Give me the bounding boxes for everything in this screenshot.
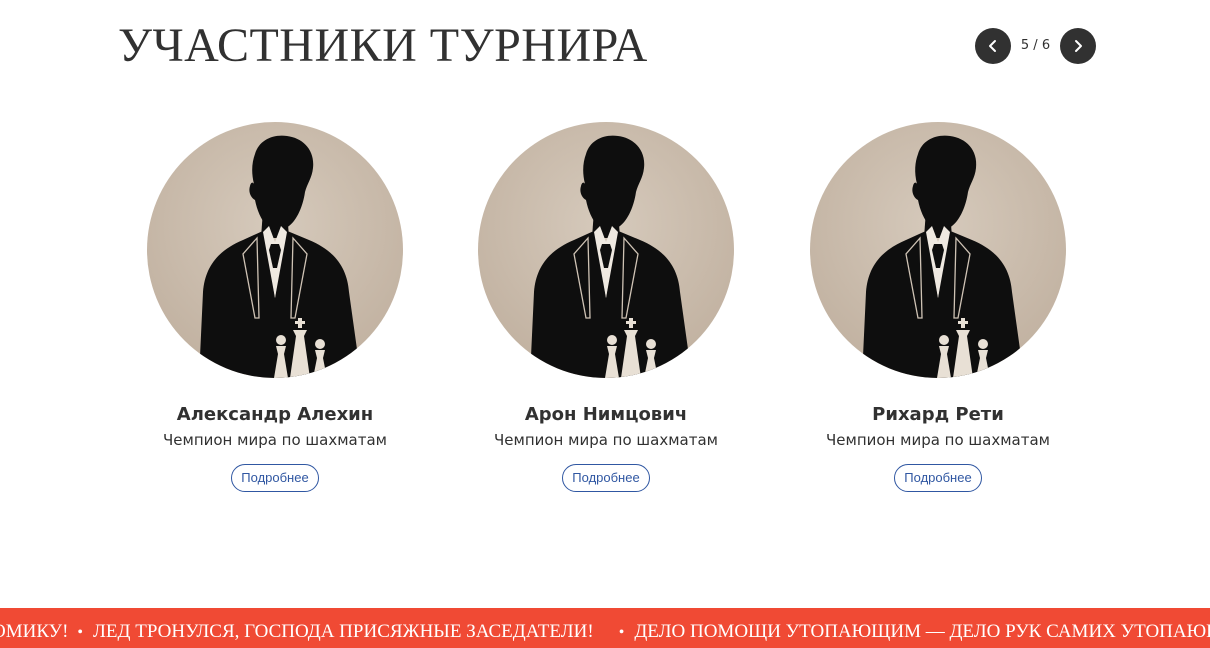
- participant-photo: [147, 122, 403, 378]
- participant-card: Рихард Рети Чемпион мира по шахматам Под…: [810, 122, 1066, 492]
- participant-title: Чемпион мира по шахматам: [494, 431, 718, 449]
- details-button[interactable]: Подробнее: [231, 464, 319, 492]
- news-ticker: ОМИКУ! • ЛЕД ТРОНУЛСЯ, ГОСПОДА ПРИСЯЖНЫЕ З…: [0, 608, 1210, 648]
- participant-card: Александр Алехин Чемпион мира по шахмата…: [147, 122, 403, 492]
- participant-title: Чемпион мира по шахматам: [163, 431, 387, 449]
- participant-name: Александр Алехин: [176, 404, 374, 425]
- slide-counter: 5 / 6: [1020, 38, 1051, 53]
- next-slide-button[interactable]: [1060, 28, 1096, 64]
- section-title: УЧАСТНИКИ ТУРНИРА: [118, 19, 648, 72]
- prev-slide-button[interactable]: [975, 28, 1011, 64]
- details-button[interactable]: Подробнее: [894, 464, 982, 492]
- ticker-item: ОМИКУ!: [0, 621, 69, 642]
- ticker-separator: •: [77, 624, 84, 641]
- participant-photo: [810, 122, 1066, 378]
- page: УЧАСТНИКИ ТУРНИРА 5 / 6 Александр Алехин…: [0, 0, 1210, 648]
- carousel-pager: 5 / 6: [975, 28, 1096, 64]
- details-button[interactable]: Подробнее: [562, 464, 650, 492]
- participant-name: Арон Нимцович: [524, 404, 688, 425]
- chevron-left-icon: [989, 40, 996, 52]
- chevron-right-icon: [1075, 40, 1082, 52]
- ticker-track: ОМИКУ! • ЛЕД ТРОНУЛСЯ, ГОСПОДА ПРИСЯЖНЫЕ З…: [0, 608, 1210, 648]
- ticker-item: ДЕЛО ПОМОЩИ УТОПАЮЩИМ — ДЕЛО РУК САМИХ У…: [634, 621, 1210, 642]
- participant-card: Арон Нимцович Чемпион мира по шахматам П…: [478, 122, 734, 492]
- participant-photo: [478, 122, 734, 378]
- ticker-item: ЛЕД ТРОНУЛСЯ, ГОСПОДА ПРИСЯЖНЫЕ ЗАСЕДАТЕ…: [93, 621, 594, 642]
- participant-title: Чемпион мира по шахматам: [826, 431, 1050, 449]
- participant-name: Рихард Рети: [872, 404, 1004, 425]
- ticker-separator: •: [618, 624, 625, 641]
